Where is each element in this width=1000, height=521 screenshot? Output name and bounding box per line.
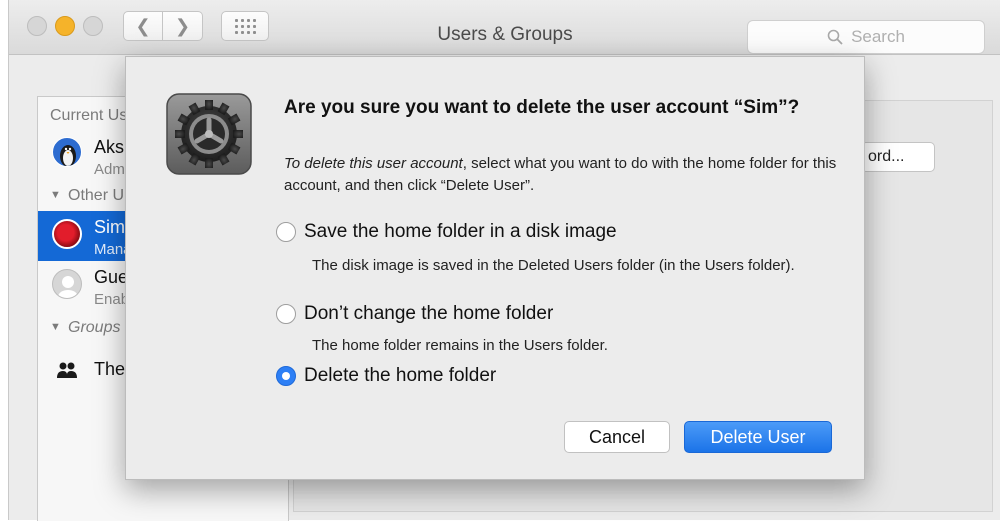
groups-header: Groups	[68, 319, 121, 336]
search-icon	[827, 29, 843, 45]
guest-user-name[interactable]: Gue	[94, 267, 128, 288]
option-label[interactable]: Don’t change the home folder	[304, 303, 553, 325]
delete-user-button[interactable]: Delete User	[684, 421, 832, 453]
radio-button-selected[interactable]	[276, 366, 296, 386]
instructions-italic: To delete this user account	[284, 155, 463, 172]
current-user-role: Admi	[94, 161, 129, 178]
option-save-disk-image[interactable]: Save the home folder in a disk image	[276, 221, 617, 243]
penguin-avatar	[52, 137, 82, 167]
option-delete-folder[interactable]: Delete the home folder	[276, 365, 496, 387]
dialog-instructions: To delete this user account, select what…	[284, 153, 844, 197]
rose-avatar	[52, 219, 82, 249]
group-item-name[interactable]: The	[94, 359, 125, 380]
option-description: The disk image is saved in the Deleted U…	[312, 257, 795, 274]
guest-avatar	[52, 269, 82, 299]
option-label[interactable]: Delete the home folder	[304, 365, 496, 387]
guest-user-status: Enab	[94, 291, 130, 308]
other-users-header: Other U	[68, 187, 125, 204]
option-label[interactable]: Save the home folder in a disk image	[304, 221, 617, 243]
current-users-header: Current Us	[50, 107, 128, 124]
disclosure-triangle-icon[interactable]: ▼	[50, 321, 61, 333]
delete-user-dialog: Are you sure you want to delete the user…	[125, 56, 865, 480]
cancel-button[interactable]: Cancel	[564, 421, 670, 453]
search-placeholder: Search	[851, 27, 905, 46]
group-icon	[57, 362, 77, 378]
radio-button[interactable]	[276, 304, 296, 324]
selected-user-name[interactable]: Sim	[94, 217, 125, 238]
radio-button[interactable]	[276, 222, 296, 242]
change-password-button[interactable]: ord...	[861, 142, 935, 172]
title-bar: ❮ ❯ Users & Groups Search	[9, 0, 1000, 55]
disclosure-triangle-icon[interactable]: ▼	[50, 189, 61, 201]
option-description: The home folder remains in the Users fol…	[312, 337, 608, 354]
option-dont-change[interactable]: Don’t change the home folder	[276, 303, 553, 325]
search-field[interactable]: Search	[747, 20, 985, 54]
dialog-heading: Are you sure you want to delete the user…	[284, 97, 800, 118]
system-preferences-gear-icon	[166, 93, 252, 175]
